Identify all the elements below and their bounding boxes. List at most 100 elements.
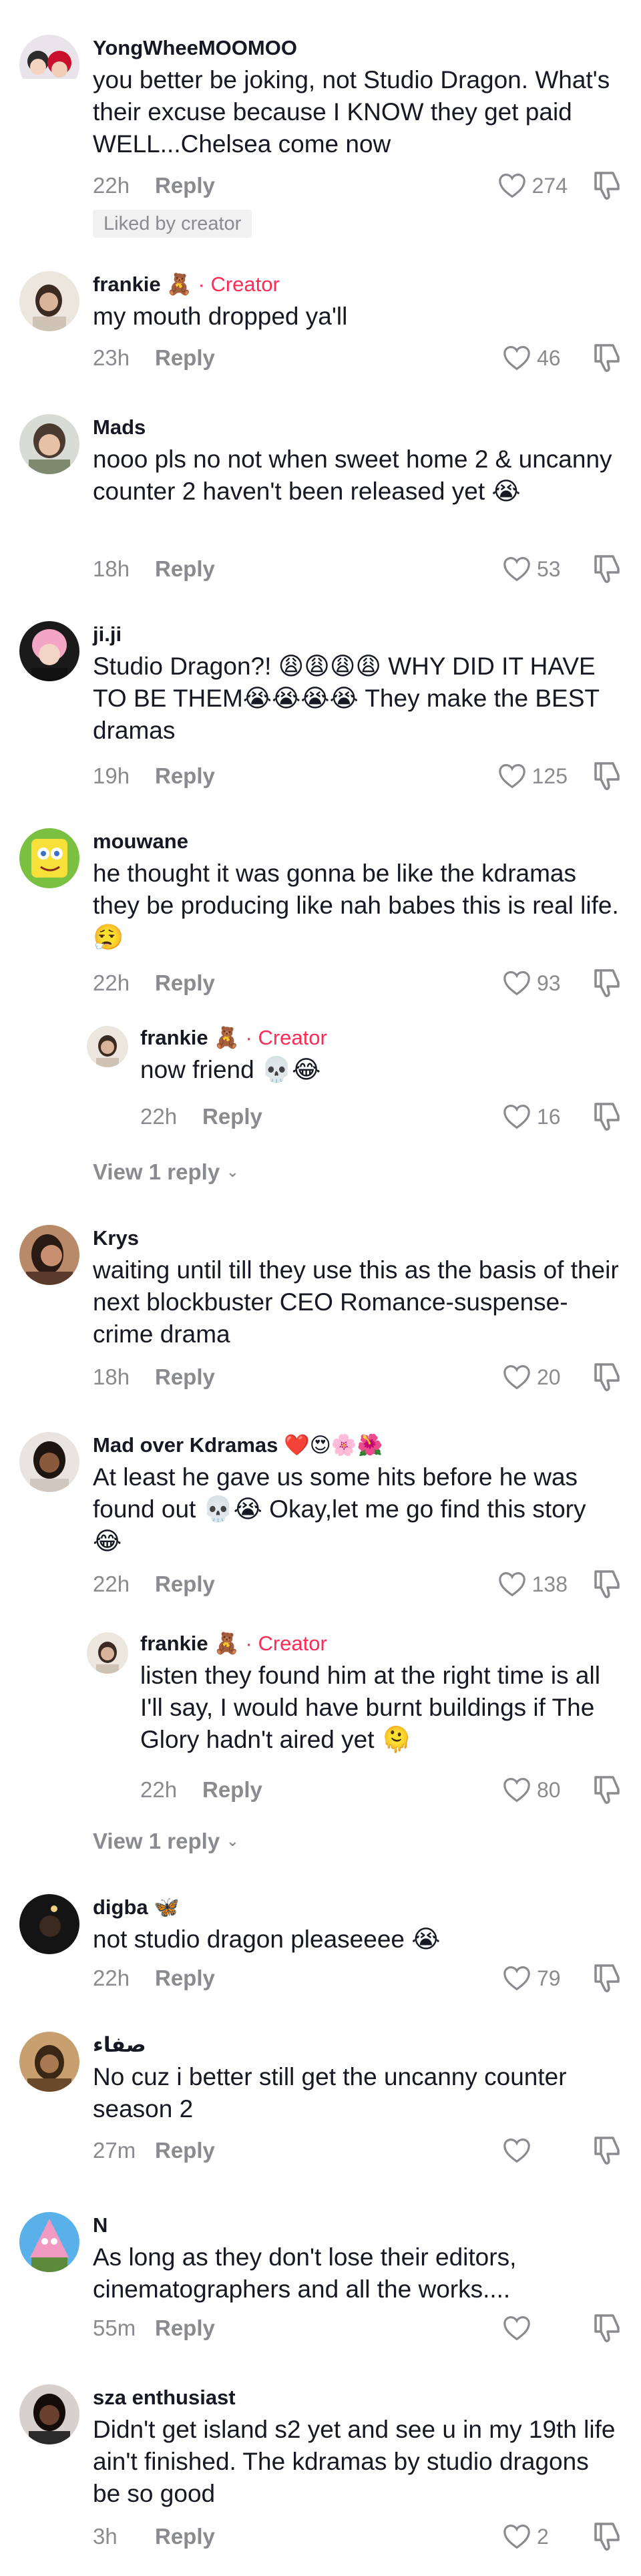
comment-time: 22h — [93, 1572, 130, 1596]
heart-outline-icon — [498, 764, 525, 789]
thumbs-down-icon[interactable] — [590, 966, 624, 1000]
like-button[interactable]: 274 — [497, 168, 568, 203]
teddy-bear-emoji: 🧸 — [214, 1632, 240, 1655]
comment-text: Studio Dragon?! 😩😩😩😩 WHY DID IT HAVE TO … — [93, 653, 600, 744]
comment-username-text: frankie — [140, 1026, 208, 1049]
view-replies-label: View 1 reply — [93, 1159, 220, 1184]
thumbs-down-icon[interactable] — [590, 759, 624, 793]
comment-username[interactable]: صفاء — [93, 2032, 621, 2058]
creator-label: Creator — [258, 1026, 327, 1049]
comment-text: you better be joking, not Studio Dragon.… — [93, 66, 610, 158]
view-replies-button[interactable]: View 1 reply ⌄ — [93, 1829, 239, 1854]
avatar[interactable] — [19, 2032, 79, 2092]
thumbs-down-icon[interactable] — [590, 169, 624, 202]
thumbs-down-icon[interactable] — [590, 1962, 624, 1995]
like-button[interactable]: 53 — [502, 552, 568, 586]
reply-button[interactable]: Reply — [155, 2524, 215, 2549]
like-button[interactable]: 125 — [497, 759, 568, 793]
like-button[interactable]: 138 — [497, 1567, 568, 1602]
like-button[interactable]: 79 — [502, 1961, 568, 1996]
thumbs-down-icon[interactable] — [590, 1360, 624, 1394]
comment-username[interactable]: mouwane — [93, 828, 621, 855]
avatar[interactable] — [19, 35, 79, 95]
view-replies-label: View 1 reply — [93, 1829, 220, 1853]
heart-outline-icon — [503, 2316, 530, 2341]
reply-button[interactable]: Reply — [155, 1572, 215, 1597]
avatar[interactable] — [19, 271, 79, 331]
like-button[interactable] — [502, 2133, 568, 2168]
reply-button[interactable]: Reply — [155, 1966, 215, 1991]
comment-username[interactable]: Mad over Kdramas ❤️😍🌸🌺 — [93, 1432, 621, 1459]
like-button[interactable] — [502, 2311, 568, 2346]
like-button[interactable]: 16 — [502, 1099, 568, 1134]
avatar[interactable] — [19, 1432, 79, 1492]
comment-username[interactable]: ji.ji — [93, 621, 621, 648]
reply-button[interactable]: Reply — [155, 2138, 215, 2163]
thumbs-down-icon[interactable] — [590, 1773, 624, 1807]
reply-button[interactable]: Reply — [202, 1104, 262, 1129]
comment-meta: 22h Reply — [93, 168, 215, 203]
heart-outline-icon — [503, 1778, 530, 1803]
thumbs-down-icon[interactable] — [590, 552, 624, 586]
chevron-down-icon: ⌄ — [226, 1833, 239, 1849]
comment-meta: 18h Reply — [93, 552, 215, 586]
thumbs-down-icon[interactable] — [590, 1100, 624, 1133]
like-button[interactable]: 2 — [502, 2519, 568, 2554]
comment-time: 3h — [93, 2524, 118, 2549]
avatar[interactable] — [19, 1894, 79, 1954]
teddy-bear-emoji: 🧸 — [214, 1026, 240, 1049]
avatar[interactable] — [87, 1026, 128, 1067]
comment-username[interactable]: N — [93, 2212, 621, 2239]
reply-button[interactable]: Reply — [155, 345, 215, 371]
like-button[interactable]: 46 — [502, 341, 568, 375]
comment-text: No cuz i better still get the uncanny co… — [93, 2063, 567, 2123]
comment-meta: 55m Reply — [93, 2311, 215, 2346]
heart-outline-icon — [503, 1966, 530, 1991]
comment-username[interactable]: sza enthusiast — [93, 2384, 621, 2411]
thumbs-down-icon[interactable] — [590, 2312, 624, 2345]
comment-meta: 22h Reply — [140, 1099, 262, 1134]
reply-button[interactable]: Reply — [155, 763, 215, 789]
reply-button[interactable]: Reply — [155, 970, 215, 996]
thumbs-down-icon[interactable] — [590, 2134, 624, 2167]
comment-username[interactable]: Mads — [93, 414, 621, 441]
like-count: 274 — [531, 173, 568, 198]
comment-text: At least he gave us some hits before he … — [93, 1463, 586, 1555]
view-replies-button[interactable]: View 1 reply ⌄ — [93, 1159, 239, 1185]
comment-username-text: frankie — [140, 1632, 208, 1655]
avatar[interactable] — [19, 2384, 79, 2444]
heart-outline-icon — [503, 2139, 530, 2163]
like-button[interactable]: 93 — [502, 966, 568, 1000]
avatar[interactable] — [19, 621, 79, 681]
avatar[interactable] — [19, 2212, 79, 2272]
like-button[interactable]: 20 — [502, 1360, 568, 1395]
avatar[interactable] — [19, 828, 79, 888]
avatar[interactable] — [87, 1632, 128, 1674]
heart-outline-icon — [498, 1572, 525, 1597]
comment-username[interactable]: frankie 🧸 · Creator — [93, 271, 621, 298]
comment-username[interactable]: YongWheeMOOMOO — [93, 35, 621, 61]
reply-button[interactable]: Reply — [155, 173, 215, 198]
thumbs-down-icon[interactable] — [590, 341, 624, 375]
creator-tag: · Creator — [239, 1026, 327, 1049]
avatar[interactable] — [19, 1225, 79, 1285]
comment-username[interactable]: frankie 🧸 · Creator — [140, 1025, 621, 1051]
heart-outline-icon — [503, 1105, 530, 1129]
reply-button[interactable]: Reply — [155, 1364, 215, 1390]
avatar[interactable] — [19, 414, 79, 474]
comment-username[interactable]: digba 🦋 — [93, 1894, 621, 1921]
comment-username[interactable]: frankie 🧸 · Creator — [140, 1630, 621, 1657]
comment-time: 27m — [93, 2138, 136, 2163]
comment-text: listen they found him at the right time … — [140, 1662, 600, 1753]
reply-button[interactable]: Reply — [155, 2316, 215, 2341]
comment-time: 22h — [93, 970, 130, 995]
comment-username[interactable]: Krys — [93, 1225, 621, 1252]
like-button[interactable]: 80 — [502, 1773, 568, 1807]
heart-outline-icon — [503, 557, 530, 582]
reply-button[interactable]: Reply — [155, 556, 215, 582]
comment-time: 19h — [93, 763, 130, 788]
comment-meta: 22h Reply — [140, 1773, 262, 1807]
thumbs-down-icon[interactable] — [590, 2520, 624, 2553]
thumbs-down-icon[interactable] — [590, 1568, 624, 1601]
reply-button[interactable]: Reply — [202, 1777, 262, 1803]
